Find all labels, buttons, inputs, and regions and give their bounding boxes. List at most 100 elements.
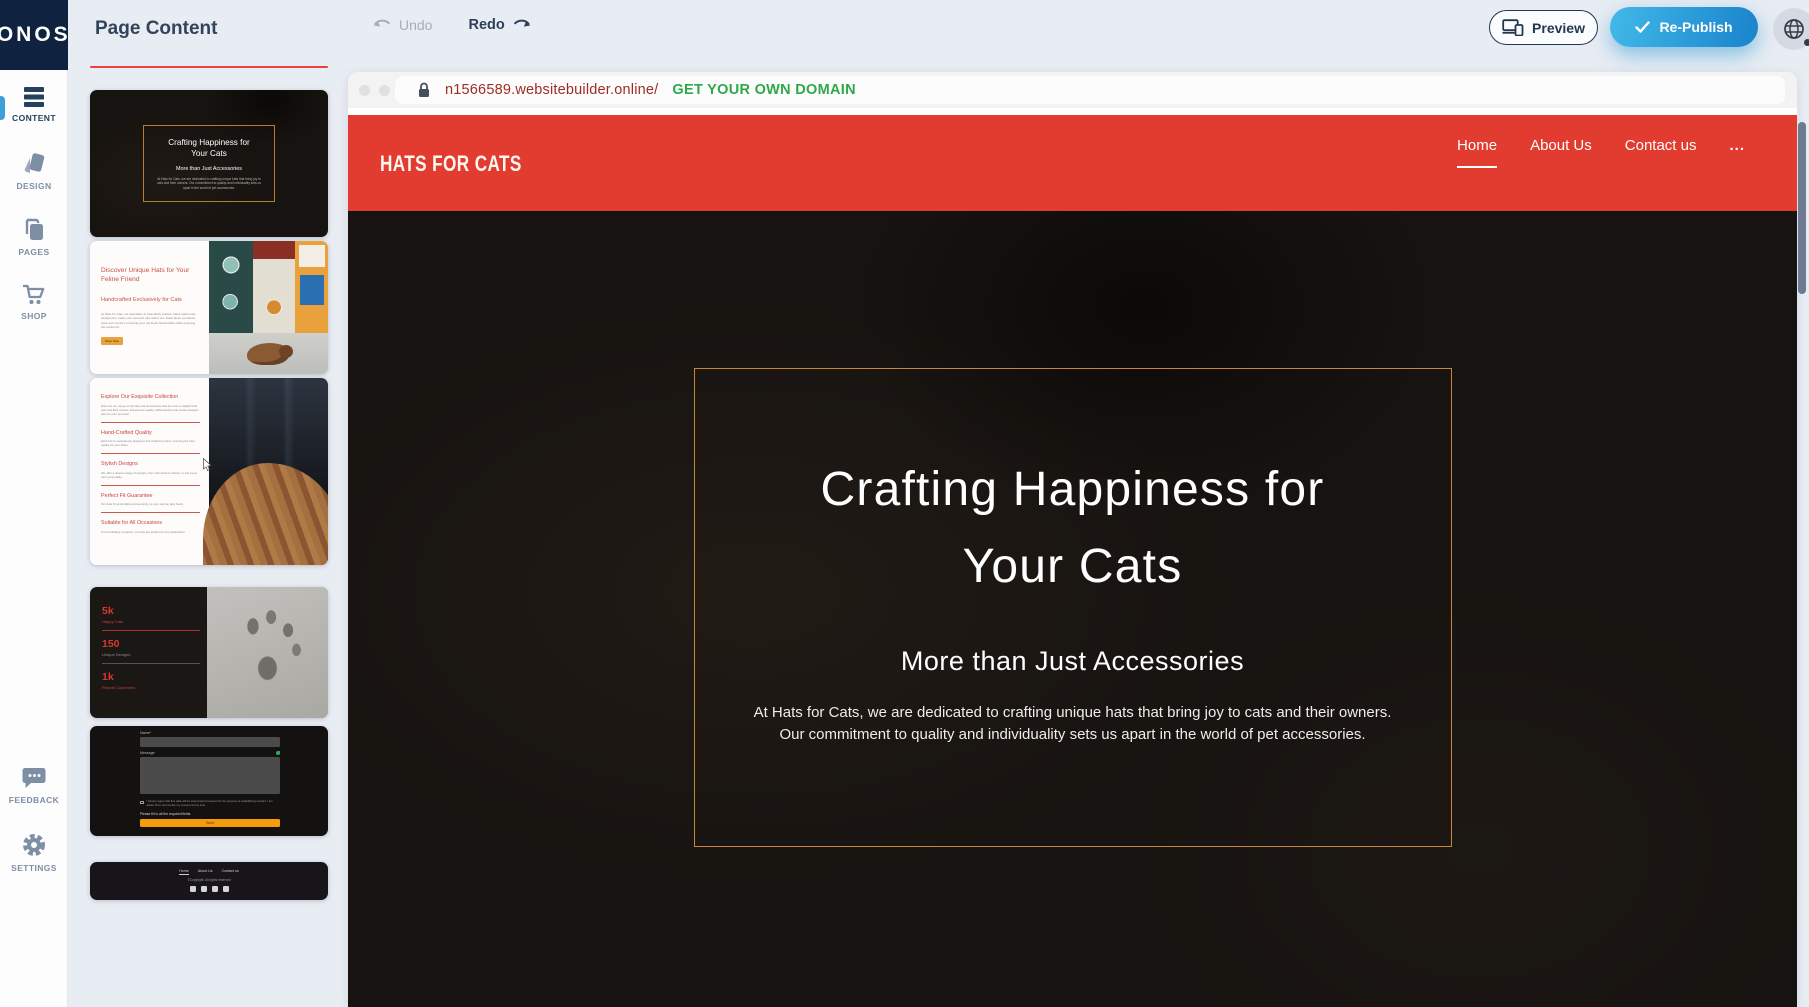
photo-cat <box>247 343 289 365</box>
thumb-form: Name* Message I hereby agree that this d… <box>140 731 280 827</box>
leaf-icon <box>276 751 280 755</box>
thumb-discover-subheading: Handcrafted Exclusively for Cats <box>101 297 200 303</box>
feature-section: Explore Our Exquisite Collection Dive in… <box>101 394 200 423</box>
thumb-hero-title: Crafting Happiness forYour Cats <box>144 137 274 159</box>
sidebar-item-content[interactable]: CONTENT <box>0 86 68 123</box>
ionos-logo[interactable]: IONOS <box>0 0 68 70</box>
sidebar-item-design[interactable]: DESIGN <box>0 152 68 191</box>
stat-item: 150 Unique Designs <box>102 638 198 657</box>
section-thumbnail-hero[interactable]: Crafting Happiness forYour Cats More tha… <box>90 90 328 237</box>
stat-item: 1k Repeat Customers <box>102 671 198 690</box>
sidebar-item-label: DESIGN <box>0 181 68 191</box>
twitter-icon <box>201 886 207 892</box>
ionos-logo-text: IONOS <box>0 23 68 47</box>
feature-section: Perfect Fit Guarantee Our hats fit comfo… <box>101 493 200 514</box>
form-send-button: Send <box>140 819 280 827</box>
mouse-cursor <box>203 458 214 471</box>
nav-item-home[interactable]: Home <box>1457 137 1497 168</box>
site-header[interactable]: HATS FOR CATS Home About Us Contact us .… <box>348 115 1797 211</box>
panel-title: Page Content <box>95 18 217 40</box>
sidebar-item-label: FEEDBACK <box>0 795 68 805</box>
sidebar-item-label: PAGES <box>0 247 68 257</box>
instagram-icon <box>223 886 229 892</box>
hero-title: Crafting Happiness for Your Cats <box>623 451 1523 605</box>
hero-section[interactable]: Crafting Happiness for Your Cats More th… <box>348 211 1797 1007</box>
sidebar-item-label: SHOP <box>0 311 68 321</box>
thumb-stats-text: 5k Happy Cats 150 Unique Designs 1k Repe… <box>90 587 207 718</box>
hero-subtitle: More than Just Accessories <box>723 646 1423 677</box>
browser-chrome-bar: n1566589.websitebuilder.online/ GET YOUR… <box>348 72 1797 108</box>
thumb-shop-now-button: Shop Now <box>101 337 123 345</box>
page-content-panel: Page Content Crafting Happiness forYour … <box>68 0 348 1007</box>
thumb-footer-nav: Home About Us Contact us <box>90 869 328 875</box>
design-icon <box>21 152 47 176</box>
photo-cat-fur <box>203 463 328 565</box>
site-url[interactable]: n1566589.websitebuilder.online/ <box>445 82 658 98</box>
shop-cart-icon <box>21 282 47 306</box>
devices-icon <box>1502 19 1524 36</box>
hero-selected-block-outline[interactable] <box>694 368 1452 847</box>
section-thumbnail-contact-form[interactable]: Name* Message I hereby agree that this d… <box>90 726 328 836</box>
section-thumbnail-stats[interactable]: 5k Happy Cats 150 Unique Designs 1k Repe… <box>90 587 328 718</box>
address-bar[interactable]: n1566589.websitebuilder.online/ GET YOUR… <box>395 76 1785 104</box>
thumb-pawprint-photo <box>207 587 328 718</box>
photo-poster <box>209 241 253 333</box>
form-name-label: Name* <box>140 731 280 735</box>
thumb-discover-heading: Discover Unique Hats for Your Feline Fri… <box>101 266 200 284</box>
stat-item: 5k Happy Cats <box>102 605 198 624</box>
thumb-cat-street-photo <box>209 241 328 374</box>
thumb-cat-fur-photo <box>209 378 328 565</box>
nav-item-about[interactable]: About Us <box>1530 137 1592 166</box>
sidebar-item-label: SETTINGS <box>0 863 68 873</box>
form-consent-text: I hereby agree that this data will be st… <box>147 800 281 807</box>
sidebar-item-feedback[interactable]: FEEDBACK <box>0 766 68 805</box>
undo-button[interactable]: Undo <box>373 17 432 33</box>
hero-body-text: At Hats for Cats, we are dedicated to cr… <box>750 702 1395 745</box>
redo-icon <box>512 18 531 32</box>
feature-section: Suitable for All Occasions From birthday… <box>101 520 200 534</box>
section-thumbnail-footer[interactable]: Home About Us Contact us ©Copyright. All… <box>90 862 328 900</box>
thumb-hero-body: At Hats for Cats, we are dedicated to cr… <box>157 177 261 190</box>
nav-item-contact[interactable]: Contact us <box>1625 137 1697 166</box>
thumb-hero-subtitle: More than Just Accessories <box>144 166 274 172</box>
form-consent-checkbox <box>140 801 144 805</box>
section-thumbnail-features[interactable]: Explore Our Exquisite Collection Dive in… <box>90 378 328 565</box>
form-message-textarea <box>140 757 280 794</box>
get-domain-link[interactable]: GET YOUR OWN DOMAIN <box>672 82 855 98</box>
sidebar-item-label: CONTENT <box>0 113 68 123</box>
globe-icon <box>1782 17 1806 41</box>
sidebar-item-settings[interactable]: SETTINGS <box>0 832 68 873</box>
feedback-bubble-icon <box>21 766 47 790</box>
thumb-features-text: Explore Our Exquisite Collection Dive in… <box>90 378 209 565</box>
preview-scrollbar[interactable] <box>1798 122 1806 294</box>
notification-dot <box>1804 39 1809 46</box>
youtube-icon <box>212 886 218 892</box>
app-window: IONOS CONTENT DESIGN PAGES <box>0 0 1809 1007</box>
thumb-footer-copyright: ©Copyright. All rights reserved <box>90 878 328 882</box>
site-preview-window: n1566589.websitebuilder.online/ GET YOUR… <box>348 72 1797 1007</box>
chrome-divider <box>348 108 1797 115</box>
facebook-icon <box>190 886 196 892</box>
form-name-input <box>140 737 280 747</box>
site-logo[interactable]: HATS FOR CATS <box>380 151 522 177</box>
preview-button[interactable]: Preview <box>1489 10 1598 45</box>
thumb-discover-body: At Hats for Cats, we specialize in beaut… <box>101 312 200 329</box>
republish-button[interactable]: Re-Publish <box>1610 7 1758 47</box>
redo-button[interactable]: Redo <box>468 17 530 33</box>
content-icon <box>22 86 46 108</box>
section-thumbnail-discover[interactable]: Discover Unique Hats for Your Feline Fri… <box>90 241 328 374</box>
language-globe-button[interactable] <box>1773 8 1809 50</box>
sidebar: IONOS CONTENT DESIGN PAGES <box>0 0 68 1007</box>
photo-poster <box>253 241 295 333</box>
sidebar-item-shop[interactable]: SHOP <box>0 282 68 321</box>
thumb-footer-social-icons <box>90 886 328 892</box>
form-message-label: Message <box>140 751 155 755</box>
thumb-discover-text: Discover Unique Hats for Your Feline Fri… <box>90 241 209 374</box>
pages-icon <box>22 218 46 242</box>
settings-gear-icon <box>21 832 47 858</box>
nav-more-button[interactable]: ... <box>1729 137 1745 154</box>
sidebar-item-pages[interactable]: PAGES <box>0 218 68 257</box>
undo-icon <box>373 18 392 32</box>
thumb-hero-box: Crafting Happiness forYour Cats More tha… <box>143 125 275 202</box>
form-required-note: Please fill in all the required fields <box>140 812 280 816</box>
